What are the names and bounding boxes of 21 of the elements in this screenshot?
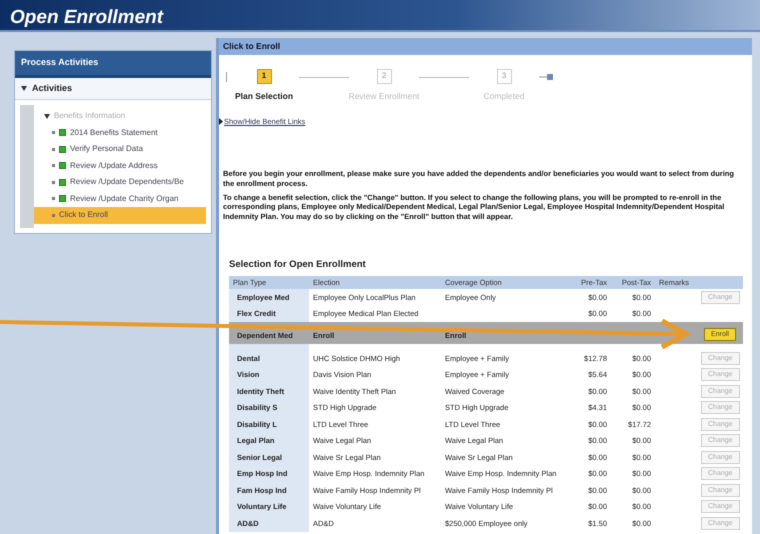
track-start-icon (225, 72, 229, 82)
track-end-icon (539, 72, 553, 81)
bullet-icon (52, 148, 55, 151)
arrow-icon (219, 118, 223, 125)
panel-header: Process Activities (15, 51, 211, 78)
bullet-icon (52, 214, 55, 217)
bullet-icon (52, 180, 55, 184)
bullet-icon (52, 197, 55, 200)
step-label: Completed (483, 90, 525, 102)
step-number: 1 (256, 68, 272, 84)
step-label: Review Enrollment (348, 90, 420, 102)
step-label: Plan Selection (234, 90, 294, 102)
page-title: Open Enrollment (0, 0, 760, 32)
bullet-icon (52, 164, 55, 168)
section-title: Selection for Open Enrollment (229, 258, 367, 272)
step-number: 3 (496, 68, 512, 84)
panel-header: Click to Enroll (219, 38, 752, 55)
section-label[interactable]: Activities (32, 82, 72, 95)
expand-icon[interactable] (21, 86, 27, 91)
bullet-icon (52, 131, 55, 134)
step-number: 2 (376, 68, 392, 84)
